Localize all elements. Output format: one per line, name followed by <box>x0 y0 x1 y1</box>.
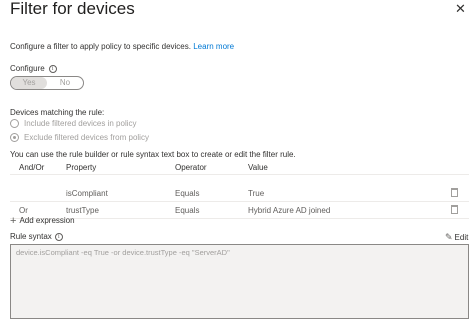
table-row: isCompliant Equals True <box>10 185 469 202</box>
description-text: Configure a filter to apply policy to sp… <box>10 42 191 51</box>
rule-syntax-textbox[interactable]: device.isCompliant -eq True -or device.t… <box>10 244 469 319</box>
rule-syntax-label-row: Rule syntax i <box>10 232 63 241</box>
edit-button[interactable]: ✎ Edit <box>445 232 468 243</box>
radio-exclude[interactable]: Exclude filtered devices from policy <box>10 133 149 142</box>
trash-icon[interactable] <box>451 204 458 214</box>
radio-include-label: Include filtered devices in policy <box>24 119 137 128</box>
cell-value[interactable]: True <box>248 189 428 198</box>
radio-exclude-label: Exclude filtered devices from policy <box>24 133 149 142</box>
trash-icon[interactable] <box>451 187 458 197</box>
close-icon[interactable]: ✕ <box>455 1 466 17</box>
learn-more-link[interactable]: Learn more <box>193 42 234 51</box>
rule-syntax-label: Rule syntax <box>10 232 52 241</box>
cell-operator[interactable]: Equals <box>175 189 248 198</box>
info-icon[interactable]: i <box>54 232 63 241</box>
configure-label-row: Configure i <box>10 64 57 73</box>
header-property: Property <box>66 163 97 172</box>
rule-builder-table: And/Or Property Operator Value isComplia… <box>10 161 469 219</box>
header-andor: And/Or <box>19 163 45 172</box>
radio-circle-exclude[interactable] <box>10 133 19 142</box>
cell-value[interactable]: Hybrid Azure AD joined <box>248 206 428 215</box>
cell-operator[interactable]: Equals <box>175 206 248 215</box>
radio-include[interactable]: Include filtered devices in policy <box>10 119 137 128</box>
cell-andor[interactable]: Or <box>10 206 58 215</box>
pencil-icon: ✎ <box>445 232 453 242</box>
panel-title: Filter for devices <box>10 0 135 18</box>
add-expression-button[interactable]: + Add expression <box>10 214 75 227</box>
panel-description: Configure a filter to apply policy to sp… <box>10 42 234 51</box>
table-header: And/Or Property Operator Value <box>10 161 469 175</box>
header-value: Value <box>248 163 268 172</box>
table-row: Or trustType Equals Hybrid Azure AD join… <box>10 202 469 219</box>
cell-property[interactable]: isCompliant <box>58 189 175 198</box>
add-expression-label: Add expression <box>19 216 75 225</box>
info-icon[interactable]: i <box>48 64 57 73</box>
plus-icon: + <box>10 214 17 227</box>
rule-builder-instructions: You can use the rule builder or rule syn… <box>10 150 296 159</box>
edit-label: Edit <box>454 233 469 242</box>
toggle-option-no[interactable]: No <box>47 77 83 89</box>
devices-matching-label: Devices matching the rule: <box>10 108 105 117</box>
header-operator: Operator <box>175 163 207 172</box>
radio-circle-include[interactable] <box>10 119 19 128</box>
cell-property[interactable]: trustType <box>58 206 175 215</box>
configure-toggle[interactable]: Yes No <box>10 76 84 90</box>
configure-label: Configure <box>10 64 45 73</box>
toggle-option-yes[interactable]: Yes <box>11 77 47 89</box>
